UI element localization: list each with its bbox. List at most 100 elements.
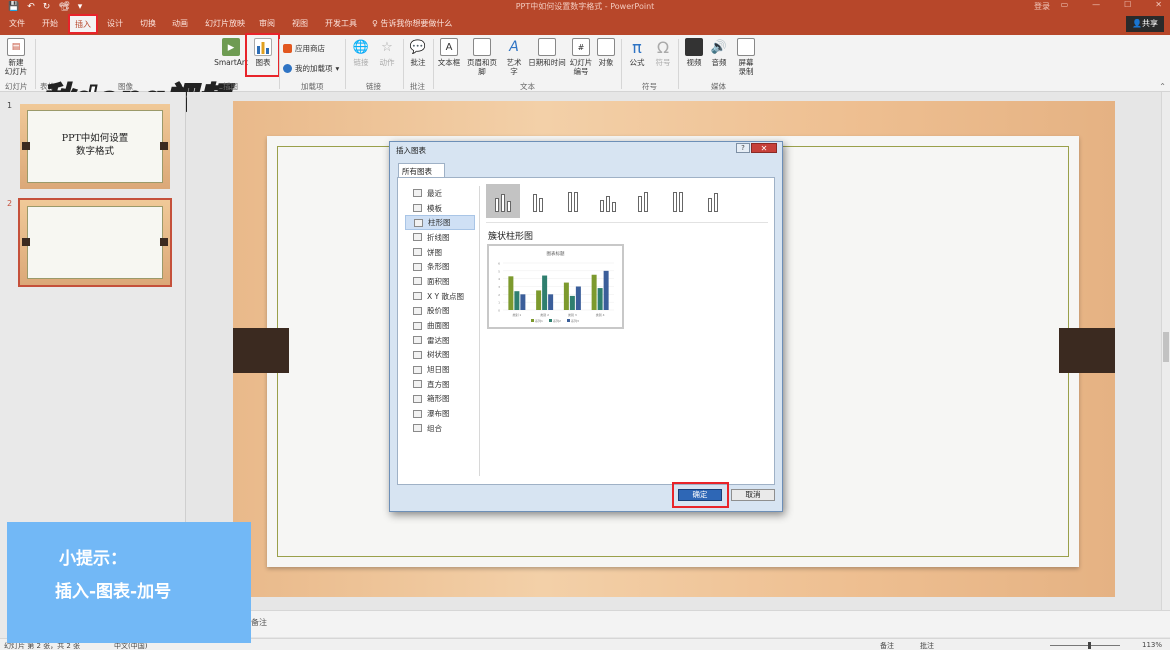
chart-category-item[interactable]: 树状图 [405,348,475,363]
chart-category-item[interactable]: 最近 [405,186,475,201]
comments-toggle-button[interactable]: 批注 [920,641,934,650]
chart-category-item[interactable]: 股价图 [405,304,475,319]
store-label: 应用商店 [295,44,325,53]
link-button[interactable]: 🌐 链接 [351,38,371,68]
notes-toggle-button[interactable]: 备注 [880,641,894,650]
chart-category-icon [413,350,422,359]
login-link[interactable]: 登录 [1034,1,1050,12]
chart-category-label: 组合 [427,423,442,433]
preview-y-tick: 5 [498,269,500,273]
notes-pane[interactable]: 备注 [187,610,1170,637]
percent-stacked-column-type[interactable] [556,184,590,218]
action-button[interactable]: ☆ 动作 [377,38,397,68]
my-addins-button[interactable]: 我的加载项 ▾ [283,63,339,74]
chart-category-label: 条形图 [427,262,450,272]
cancel-button[interactable]: 取消 [731,489,775,501]
new-slide-button[interactable]: ▤ 新建 幻灯片 [3,38,29,76]
stacked-column-type[interactable] [521,184,555,218]
group-label-illustrations: 插图 [223,82,238,91]
datetime-button[interactable]: 日期和时间 [528,38,566,67]
chart-category-item[interactable]: 面积图 [405,274,475,289]
wordart-button[interactable]: A 艺术字 [503,38,525,77]
3d-column-type[interactable] [696,184,730,218]
ribbon-tabs: 文件 开始 插入 设计 切换 动画 幻灯片放映 审阅 视图 开发工具 ♀ 告诉我… [0,13,1170,35]
store-button[interactable]: 应用商店 [283,43,325,54]
chart-subtype-row [486,184,730,218]
textbox-button[interactable]: A 文本框 [437,38,461,67]
tab-file[interactable]: 文件 [9,18,25,29]
thumb-tab [22,238,30,246]
chart-category-item[interactable]: 组合 [405,421,475,436]
3d-percent-stacked-column-type[interactable] [661,184,695,218]
video-button[interactable]: 视频 [684,38,704,67]
object-button[interactable]: 对象 [596,38,616,67]
tab-animations[interactable]: 动画 [172,18,188,29]
equation-button[interactable]: π 公式 [626,38,648,67]
chart-category-item[interactable]: X Y 散点图 [405,289,475,304]
calendar-icon [538,38,556,56]
help-button[interactable]: ? [736,143,750,153]
share-button[interactable]: 👤共享 [1126,16,1164,32]
preview-y-tick: 1 [498,301,500,305]
object-icon [597,38,615,56]
preview-legend-swatch [567,319,570,322]
chart-category-item[interactable]: 饼图 [405,245,475,260]
chart-category-item[interactable]: 折线图 [405,230,475,245]
ribbon-display-icon[interactable]: ▭ [1061,0,1069,9]
chart-preview-svg: 图表标题 0 1 2 3 4 5 6 类别 1 类别 2 类别 3 类别 4 系列1 系列2 系列3 [498,250,614,323]
tab-view[interactable]: 视图 [292,18,308,29]
chart-category-icon [413,394,422,403]
tab-developer[interactable]: 开发工具 [325,18,357,29]
slide-thumbnail-1[interactable]: PPT中如何设置 数字格式 [20,104,170,189]
tell-me-search[interactable]: ♀ 告诉我你想要做什么 [372,18,452,29]
slide-number-button[interactable]: # 幻灯片 编号 [568,38,594,76]
vertical-scrollbar[interactable] [1161,92,1170,610]
new-slide-label: 新建 幻灯片 [4,58,28,76]
tab-all-charts[interactable]: 所有图表 [398,163,445,177]
tab-slideshow[interactable]: 幻灯片放映 [205,18,245,29]
preview-bar [569,295,575,310]
chart-category-label: 柱形图 [428,218,451,228]
preview-y-tick: 6 [498,262,500,266]
chart-category-item[interactable]: 旭日图 [405,362,475,377]
tab-design[interactable]: 设计 [107,18,123,29]
maximize-icon[interactable]: ☐ [1124,0,1131,9]
chart-category-item[interactable]: 直方图 [405,377,475,392]
dialog-close-button[interactable]: ✕ [751,143,777,153]
minimize-icon[interactable]: — [1092,0,1100,9]
symbol-button[interactable]: Ω 符号 [652,38,674,67]
clustered-column-type[interactable] [486,184,520,218]
chart-category-item[interactable]: 雷达图 [405,333,475,348]
tab-insert[interactable]: 插入 [68,14,98,34]
zoom-slider[interactable] [1050,645,1120,646]
chart-category-item[interactable]: 柱形图 [405,215,475,231]
tab-review[interactable]: 审阅 [259,18,275,29]
collapse-ribbon-icon[interactable]: ⌃ [1159,82,1166,91]
chart-preview[interactable]: 图表标题 0 1 2 3 4 5 6 类别 1 类别 2 类别 3 类别 4 系列1 系列2 系列3 [487,244,624,329]
zoom-slider-knob[interactable] [1088,642,1091,649]
screen-record-icon [737,38,755,56]
3d-stacked-column-type[interactable] [626,184,660,218]
chart-category-item[interactable]: 条形图 [405,259,475,274]
comment-button[interactable]: 💬 批注 [408,38,428,68]
chart-category-item[interactable]: 箱形图 [405,392,475,407]
ok-button[interactable]: 确定 [678,489,722,501]
zoom-level[interactable]: 113% [1142,641,1162,649]
3d-clustered-column-type[interactable] [591,184,625,218]
tab-home[interactable]: 开始 [42,18,58,29]
comment-label: 批注 [410,58,426,67]
slide-number-1: 1 [7,101,13,110]
chart-category-item[interactable]: 模板 [405,201,475,216]
header-footer-button[interactable]: 页眉和页脚 [464,38,500,76]
scrollbar-thumb[interactable] [1163,332,1169,362]
slide-thumbnail-2[interactable] [18,198,172,287]
close-icon[interactable]: ✕ [1155,0,1162,9]
chart-highlight-box [245,33,280,77]
chart-category-item[interactable]: 曲面图 [405,318,475,333]
chart-category-item[interactable]: 瀑布图 [405,406,475,421]
tab-transitions[interactable]: 切换 [140,18,156,29]
audio-button[interactable]: 🔊 音频 [709,38,729,68]
preview-bar [575,286,581,310]
smartart-button[interactable]: ▸ SmartArt [214,38,248,67]
screen-recording-button[interactable]: 屏幕 录制 [735,38,757,76]
